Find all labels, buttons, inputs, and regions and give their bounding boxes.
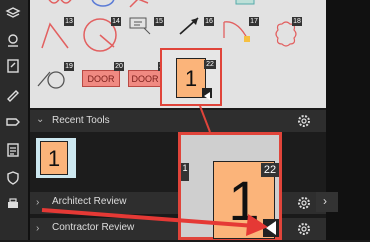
annotation-overlay (41, 105, 268, 236)
callout-connector (199, 105, 211, 133)
pointer-arrow-shaft (41, 208, 256, 228)
pointer-arrow-head (246, 214, 268, 236)
